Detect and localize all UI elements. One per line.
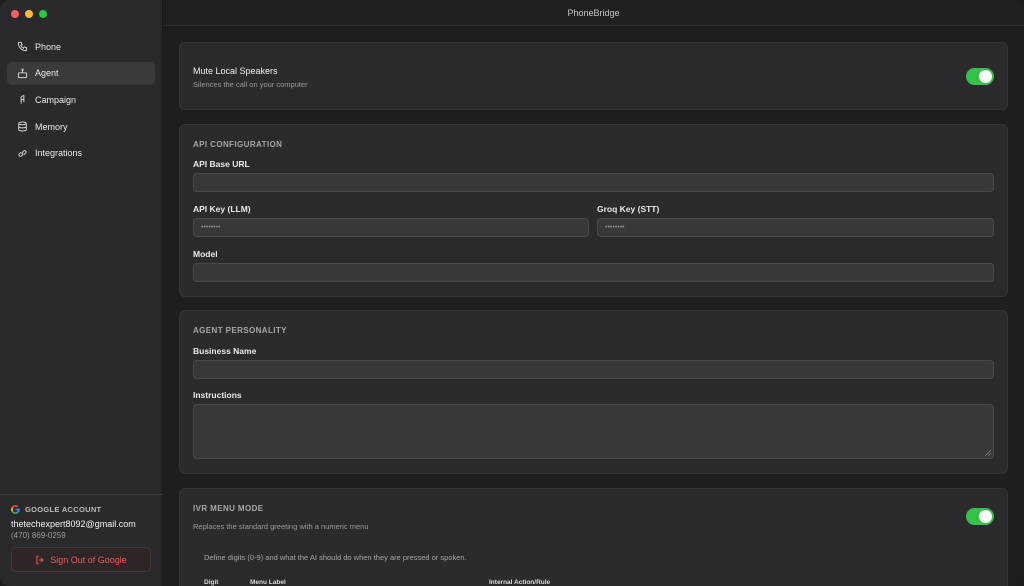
google-icon bbox=[11, 505, 20, 514]
mute-speakers-toggle[interactable] bbox=[966, 68, 994, 85]
mute-subtitle: Silences the call on your computer bbox=[193, 80, 308, 89]
phone-icon bbox=[16, 41, 28, 53]
llm-key-field[interactable]: •••••••• bbox=[193, 218, 589, 237]
column-header-menu-label: Menu Label bbox=[250, 579, 286, 586]
section-title: IVR MENU MODE bbox=[193, 504, 264, 513]
sidebar-item-label: Phone bbox=[35, 41, 62, 52]
sidebar-item-integrations[interactable]: Integrations bbox=[7, 142, 155, 165]
account-heading: GOOGLE ACCOUNT bbox=[25, 505, 102, 514]
ivr-help-text: Define digits (0-9) and what the AI shou… bbox=[204, 553, 467, 562]
instructions-textarea[interactable] bbox=[193, 404, 994, 459]
sidebar-item-label: Integrations bbox=[35, 148, 83, 159]
main-content: PhoneBridge Mute Local Speakers Silences… bbox=[163, 0, 1024, 586]
google-account-panel: GOOGLE ACCOUNT thetechexpert8092@gmail.c… bbox=[0, 494, 163, 586]
section-title: API CONFIGURATION bbox=[193, 140, 283, 149]
sign-out-button[interactable]: Sign Out of Google bbox=[11, 547, 151, 572]
sign-out-icon bbox=[36, 555, 45, 564]
app-window: Phone Agent Campaign Memory Integrations… bbox=[0, 0, 1024, 586]
zoom-window-button[interactable] bbox=[39, 10, 47, 18]
database-icon bbox=[16, 121, 28, 133]
instructions-label: Instructions bbox=[193, 390, 242, 400]
account-phone: (470) 869-0259 bbox=[11, 531, 66, 540]
sign-out-label: Sign Out of Google bbox=[50, 554, 127, 565]
groq-key-label: Groq Key (STT) bbox=[597, 204, 660, 214]
window-controls bbox=[11, 10, 47, 18]
mute-title: Mute Local Speakers bbox=[193, 66, 278, 76]
sidebar-item-campaign[interactable]: Campaign bbox=[7, 88, 155, 111]
sidebar-item-label: Campaign bbox=[35, 94, 77, 105]
sidebar-item-label: Agent bbox=[35, 68, 59, 79]
model-field[interactable] bbox=[193, 263, 994, 282]
account-email: thetechexpert8092@gmail.com bbox=[11, 519, 136, 529]
resize-handle-icon[interactable] bbox=[985, 450, 991, 456]
sidebar: Phone Agent Campaign Memory Integrations… bbox=[0, 0, 163, 586]
agent-icon bbox=[16, 67, 28, 79]
column-header-digit: Digit bbox=[204, 579, 219, 586]
link-icon bbox=[16, 147, 28, 159]
api-configuration-card: API CONFIGURATION API Base URL API Key (… bbox=[179, 124, 1008, 297]
section-title: AGENT PERSONALITY bbox=[193, 326, 287, 335]
sidebar-item-memory[interactable]: Memory bbox=[7, 115, 155, 138]
api-base-url-field[interactable] bbox=[193, 173, 994, 192]
sidebar-nav: Phone Agent Campaign Memory Integrations bbox=[7, 35, 155, 168]
agent-personality-card: AGENT PERSONALITY Business Name Instruct… bbox=[179, 310, 1008, 474]
mute-speakers-card: Mute Local Speakers Silences the call on… bbox=[179, 42, 1008, 110]
model-label: Model bbox=[193, 249, 218, 259]
column-header-action: Internal Action/Rule bbox=[489, 579, 551, 586]
sidebar-item-phone[interactable]: Phone bbox=[7, 35, 155, 58]
ivr-subtitle: Replaces the standard greeting with a nu… bbox=[193, 522, 369, 531]
account-heading-row: GOOGLE ACCOUNT bbox=[11, 505, 152, 514]
groq-key-field[interactable]: •••••••• bbox=[597, 218, 994, 237]
llm-key-label: API Key (LLM) bbox=[193, 204, 251, 214]
sidebar-item-label: Memory bbox=[35, 121, 68, 132]
close-window-button[interactable] bbox=[11, 10, 19, 18]
business-name-label: Business Name bbox=[193, 346, 257, 356]
api-base-url-label: API Base URL bbox=[193, 159, 250, 169]
campaign-icon bbox=[16, 94, 28, 106]
business-name-field[interactable] bbox=[193, 360, 994, 379]
ivr-mode-toggle[interactable] bbox=[966, 508, 994, 525]
ivr-menu-card: IVR MENU MODE Replaces the standard gree… bbox=[179, 488, 1008, 586]
window-title: PhoneBridge bbox=[163, 0, 1024, 26]
sidebar-item-agent[interactable]: Agent bbox=[7, 61, 155, 85]
minimize-window-button[interactable] bbox=[25, 10, 33, 18]
